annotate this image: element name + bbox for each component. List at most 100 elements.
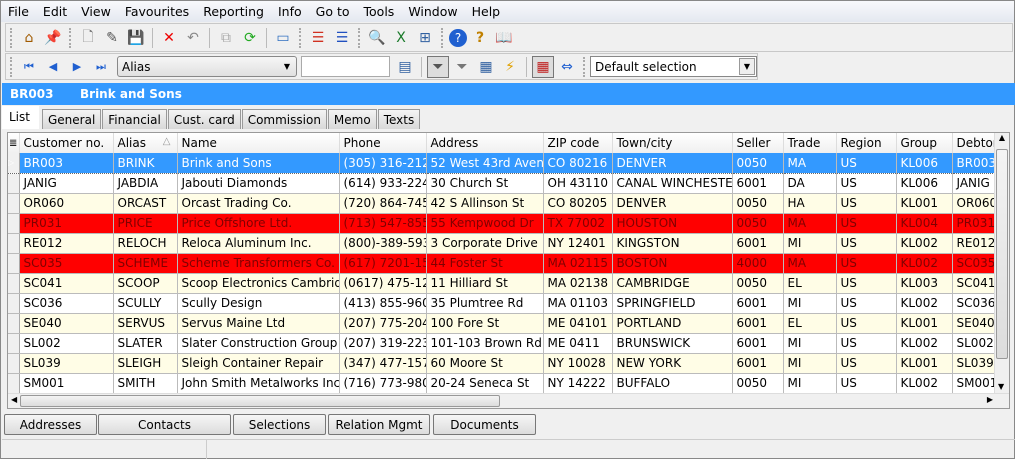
- column-header[interactable]: Alias △: [113, 133, 178, 153]
- whats-this-icon[interactable]: ?: [469, 27, 491, 49]
- layout-icon[interactable]: ⊞: [414, 27, 436, 49]
- refresh-icon[interactable]: ⟳: [239, 27, 261, 49]
- scroll-left-icon[interactable]: ◀: [11, 395, 17, 404]
- previous-record-icon[interactable]: ◀: [42, 56, 64, 78]
- row-indicator[interactable]: [8, 253, 20, 274]
- scroll-down-icon[interactable]: ▼: [998, 382, 1004, 391]
- last-record-icon[interactable]: ⏭: [90, 56, 112, 78]
- column-header[interactable]: Phone: [339, 133, 427, 153]
- current-row-indicator-icon[interactable]: ▷: [8, 153, 20, 174]
- column-header[interactable]: Customer no.: [19, 133, 114, 153]
- first-record-icon[interactable]: ⏮: [18, 56, 40, 78]
- tab-memo[interactable]: Memo: [327, 109, 377, 129]
- tab-cust-card[interactable]: Cust. card: [167, 109, 241, 129]
- grid-view-icon[interactable]: ▦: [532, 55, 554, 78]
- menu-reporting[interactable]: Reporting: [196, 4, 271, 19]
- help-icon[interactable]: ?: [449, 28, 467, 47]
- scroll-right-icon[interactable]: ▶: [987, 395, 993, 404]
- row-indicator[interactable]: [8, 353, 20, 374]
- sort-field-select[interactable]: Alias ▼: [117, 56, 297, 77]
- excel-export-icon[interactable]: X: [390, 27, 412, 49]
- table-row[interactable]: SL039 SLEIGH Sleigh Container Repair (347) …: [8, 353, 996, 374]
- new-document-icon[interactable]: 🗋: [77, 27, 99, 49]
- menu-favourites[interactable]: Favourites: [118, 4, 196, 19]
- vertical-scroll-thumb[interactable]: [996, 149, 1008, 359]
- table-row[interactable]: RE012 RELOCH Reloca Aluminum Inc. (800)-389…: [8, 233, 996, 254]
- row-indicator[interactable]: [8, 233, 20, 254]
- menu-info[interactable]: Info: [271, 4, 309, 19]
- menu-tools[interactable]: Tools: [357, 4, 402, 19]
- toolbar-grip[interactable]: [69, 27, 72, 48]
- menu-go-to[interactable]: Go to: [309, 4, 357, 19]
- row-indicator[interactable]: [8, 193, 20, 214]
- table-row[interactable]: JANIGJABDIAJabouti Diamonds(614) 933-224…: [8, 173, 996, 194]
- selection-select[interactable]: Default selection ▼: [590, 56, 757, 77]
- column-header[interactable]: Group: [896, 133, 953, 153]
- tab-commission[interactable]: Commission: [241, 109, 327, 129]
- tree-expand-icon[interactable]: ☰: [307, 27, 329, 49]
- undo-icon[interactable]: ↶: [182, 27, 204, 49]
- selections-button[interactable]: Selections: [233, 414, 326, 435]
- table-row[interactable]: OR060 ORCAST Orcast Trading Co. (720) 864-7…: [8, 193, 996, 214]
- table-row[interactable]: SC036SCULLYScully Design(413) 855-960035…: [8, 293, 996, 314]
- column-header[interactable]: Town/city: [612, 133, 733, 153]
- delete-icon[interactable]: ✕: [158, 27, 180, 49]
- table-row[interactable]: SC041SCOOPScoop Electronics Cambridge(06…: [8, 273, 996, 294]
- menu-window[interactable]: Window: [401, 4, 464, 19]
- row-indicator[interactable]: [8, 373, 20, 394]
- table-row[interactable]: SE040SERVUSServus Maine Ltd(207) 775-204…: [8, 313, 996, 334]
- horizontal-scroll-thumb[interactable]: [20, 395, 500, 407]
- tree-collapse-icon[interactable]: ☰: [331, 27, 353, 49]
- menu-edit[interactable]: Edit: [36, 4, 74, 19]
- search-input[interactable]: [301, 56, 390, 77]
- form-view-icon[interactable]: ▤: [394, 56, 416, 78]
- row-indicator[interactable]: [8, 313, 20, 334]
- contacts-button[interactable]: Contacts: [98, 414, 231, 435]
- scroll-up-icon[interactable]: ▲: [995, 133, 1009, 148]
- column-chooser-icon[interactable]: ≣: [8, 133, 20, 153]
- new-window-icon[interactable]: ▭: [272, 27, 294, 49]
- filter-list-icon[interactable]: ⏷: [451, 56, 473, 78]
- column-header[interactable]: Seller: [732, 133, 784, 153]
- menu-help[interactable]: Help: [465, 4, 508, 19]
- column-header[interactable]: Region: [836, 133, 897, 153]
- pin-icon[interactable]: 📌: [42, 27, 64, 49]
- next-record-icon[interactable]: ▶: [66, 56, 88, 78]
- copy-icon[interactable]: ⧉: [215, 27, 237, 49]
- tab-general[interactable]: General: [41, 109, 102, 129]
- toolbar-grip[interactable]: [10, 27, 13, 48]
- quick-filter-icon[interactable]: ⚡: [499, 56, 521, 78]
- column-header[interactable]: Name: [177, 133, 340, 153]
- row-indicator[interactable]: [8, 213, 20, 234]
- table-row[interactable]: PR031 PRICE Price Offshore Ltd. (713) 547-8…: [8, 213, 996, 234]
- menu-file[interactable]: File: [1, 4, 36, 19]
- menu-view[interactable]: View: [74, 4, 118, 19]
- column-header[interactable]: Trade: [783, 133, 837, 153]
- documents-button[interactable]: Documents: [433, 414, 536, 435]
- vertical-scrollbar[interactable]: ▲ ▼: [994, 133, 1009, 393]
- table-row[interactable]: ▷BR003BRINKBrink and Sons(305) 316-21215…: [8, 153, 996, 174]
- resize-columns-icon[interactable]: ⇔: [556, 56, 578, 78]
- row-indicator[interactable]: [8, 293, 20, 314]
- tab-texts[interactable]: Texts: [377, 109, 421, 129]
- filter-icon[interactable]: ⏷: [427, 55, 449, 78]
- relation-mgmt-button[interactable]: Relation Mgmt: [328, 414, 430, 435]
- column-header[interactable]: Address: [426, 133, 544, 153]
- row-indicator[interactable]: [8, 333, 20, 354]
- table-row[interactable]: SC035 SCHEME Scheme Transformers Co. (617) …: [8, 253, 996, 274]
- row-indicator[interactable]: [8, 273, 20, 294]
- row-indicator[interactable]: [8, 173, 20, 194]
- save-icon[interactable]: 💾: [125, 27, 147, 49]
- column-header[interactable]: ZIP code: [543, 133, 613, 153]
- tab-financial[interactable]: Financial: [102, 109, 167, 129]
- book-icon[interactable]: 📖: [493, 27, 515, 49]
- edit-icon[interactable]: ✎: [101, 27, 123, 49]
- table-row[interactable]: SL002 SLATER Slater Construction Group (207…: [8, 333, 996, 354]
- column-header[interactable]: Debtor: [952, 133, 996, 153]
- table-filter-icon[interactable]: ▦: [475, 56, 497, 78]
- horizontal-scrollbar[interactable]: ◀ ▶: [8, 393, 1009, 408]
- tab-list[interactable]: List: [2, 106, 39, 129]
- home-icon[interactable]: ⌂: [18, 27, 40, 49]
- addresses-button[interactable]: Addresses: [4, 414, 97, 435]
- preview-icon[interactable]: 🔍: [366, 27, 388, 49]
